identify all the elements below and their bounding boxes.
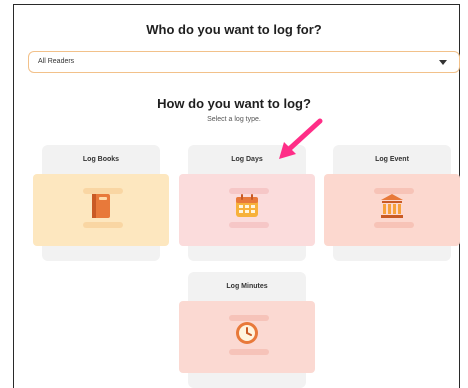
annotation-arrow-icon xyxy=(279,118,323,159)
clock-icon xyxy=(236,322,258,344)
log-books-label: Log Books xyxy=(82,156,120,163)
who-title: Who do you want to log for? xyxy=(146,22,322,37)
log-days-card[interactable]: Log Days xyxy=(179,145,315,261)
log-days-illustration xyxy=(179,174,315,246)
reader-select-value: All Readers xyxy=(38,58,75,65)
decor-stripe xyxy=(229,222,269,228)
reader-select[interactable]: All Readers xyxy=(28,51,460,73)
log-event-card[interactable]: Log Event xyxy=(324,145,460,261)
log-books-illustration xyxy=(33,174,169,246)
log-type-title: How do you want to log? xyxy=(157,96,311,111)
log-minutes-card[interactable]: Log Minutes xyxy=(179,272,315,388)
decor-stripe xyxy=(374,222,414,228)
log-type-subtitle: Select a log type. xyxy=(207,116,261,123)
building-icon xyxy=(381,194,403,218)
log-minutes-label: Log Minutes xyxy=(226,283,268,290)
book-icon xyxy=(92,194,110,218)
decor-stripe xyxy=(229,349,269,355)
log-minutes-illustration xyxy=(179,301,315,373)
calendar-icon xyxy=(236,194,258,217)
log-event-illustration xyxy=(324,174,460,246)
log-event-label: Log Event xyxy=(375,156,409,163)
chevron-down-icon[interactable] xyxy=(439,60,447,65)
log-books-card[interactable]: Log Books xyxy=(33,145,169,261)
decor-stripe xyxy=(83,222,123,228)
